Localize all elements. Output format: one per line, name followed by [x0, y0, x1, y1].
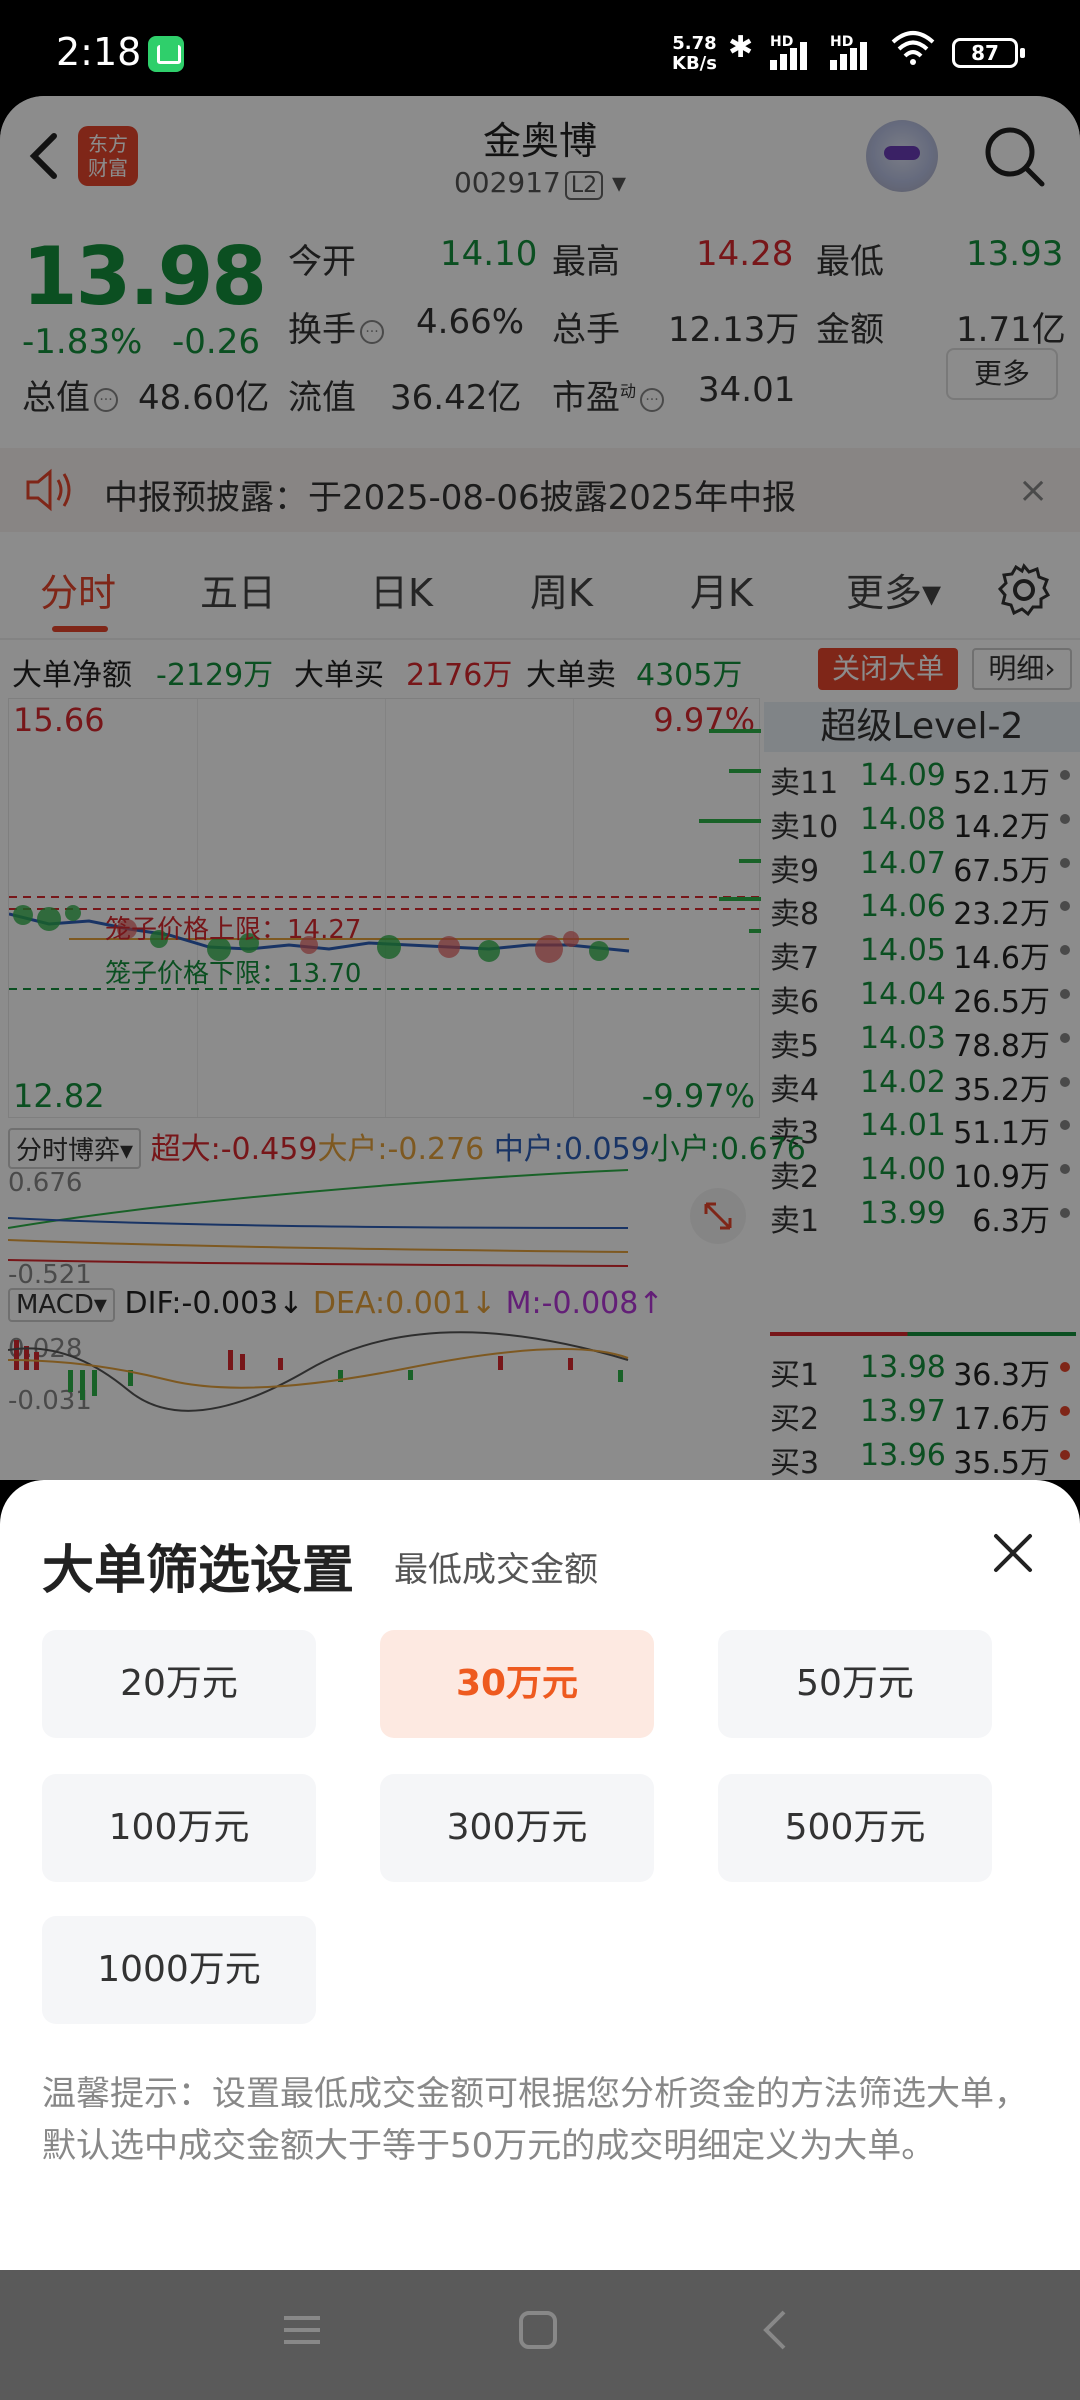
option-30w[interactable]: 30万元	[380, 1630, 654, 1738]
sheet-title: 大单筛选设置	[42, 1541, 355, 1601]
home-icon[interactable]	[518, 2310, 558, 2350]
back-icon[interactable]	[756, 2310, 796, 2350]
big-order-filter-sheet: 大单筛选设置 最低成交金额 20万元 30万元 50万元 100万元 300万元…	[0, 1480, 1080, 2270]
option-500w[interactable]: 500万元	[718, 1774, 992, 1882]
option-1000w[interactable]: 1000万元	[42, 1916, 316, 2024]
signal-icon-2	[830, 38, 874, 70]
option-100w[interactable]: 100万元	[42, 1774, 316, 1882]
network-speed: 5.78 KB/s	[672, 33, 717, 74]
option-50w[interactable]: 50万元	[718, 1630, 992, 1738]
wifi-icon	[890, 30, 936, 75]
bluetooth-icon: ✱	[728, 30, 754, 65]
status-time: 2:18	[56, 30, 142, 74]
system-nav-bar	[0, 2270, 1080, 2400]
menu-icon[interactable]	[282, 2310, 322, 2350]
tip-text: 温馨提示：设置最低成交金额可根据您分析资金的方法筛选大单，默认选中成交金额大于等…	[42, 2074, 1028, 2166]
option-20w[interactable]: 20万元	[42, 1630, 316, 1738]
option-300w[interactable]: 300万元	[380, 1774, 654, 1882]
sheet-subtitle: 最低成交金额	[394, 1550, 598, 1590]
close-icon[interactable]	[990, 1530, 1036, 1576]
notification-app-icon	[148, 36, 184, 72]
battery-icon: 87	[952, 38, 1025, 68]
status-bar: 2:18 5.78 KB/s ✱ HD HD 87	[0, 0, 1080, 96]
signal-icon	[770, 38, 814, 70]
modal-scrim[interactable]	[0, 96, 1080, 1480]
